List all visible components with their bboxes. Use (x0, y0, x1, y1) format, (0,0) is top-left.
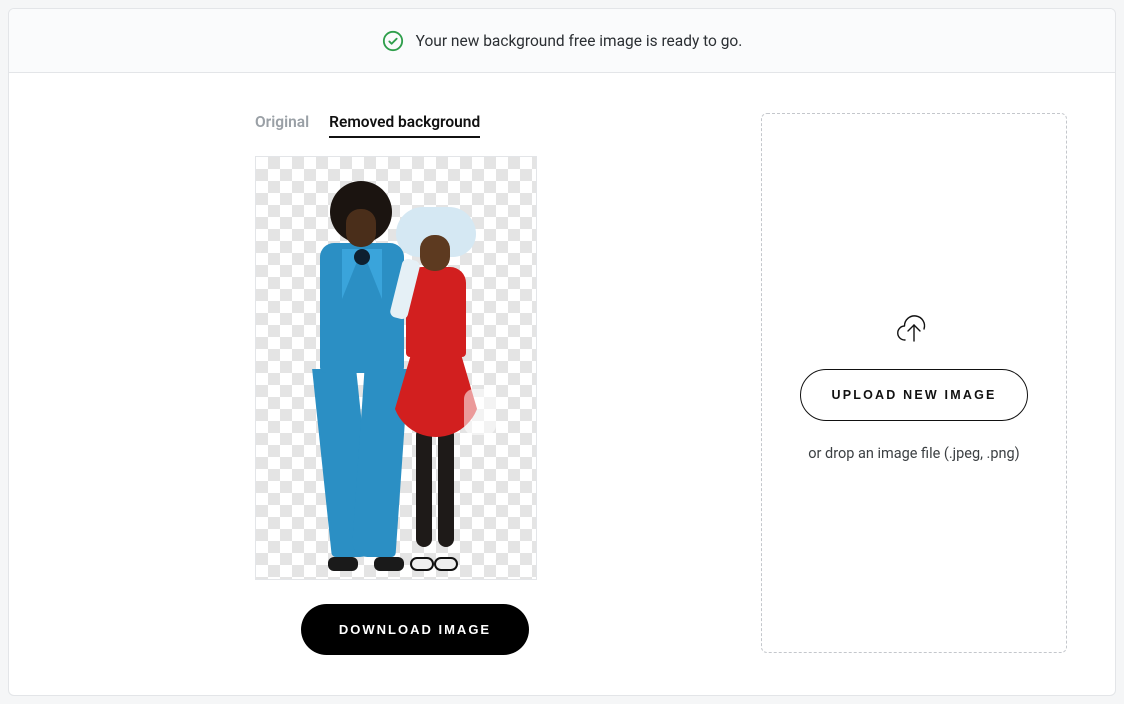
subject-person-2 (376, 201, 476, 571)
success-banner: Your new background free image is ready … (9, 9, 1115, 73)
download-image-button[interactable]: DOWNLOAD IMAGE (301, 604, 529, 655)
upload-dropzone[interactable]: UPLOAD NEW IMAGE or drop an image file (… (761, 113, 1067, 653)
result-panel: Original Removed background (57, 113, 577, 655)
view-tabs: Original Removed background (255, 113, 575, 138)
main-card: Your new background free image is ready … (8, 8, 1116, 696)
result-image-preview (255, 156, 537, 580)
tab-removed-background[interactable]: Removed background (329, 113, 480, 138)
check-circle-icon (382, 30, 404, 52)
upload-new-image-button[interactable]: UPLOAD NEW IMAGE (800, 369, 1027, 421)
banner-message: Your new background free image is ready … (416, 32, 743, 50)
drop-hint-text: or drop an image file (.jpeg, .png) (808, 445, 1019, 462)
content-area: Original Removed background (9, 73, 1115, 685)
cloud-upload-icon (892, 305, 936, 345)
upload-panel: UPLOAD NEW IMAGE or drop an image file (… (761, 113, 1067, 655)
tab-original[interactable]: Original (255, 113, 309, 138)
